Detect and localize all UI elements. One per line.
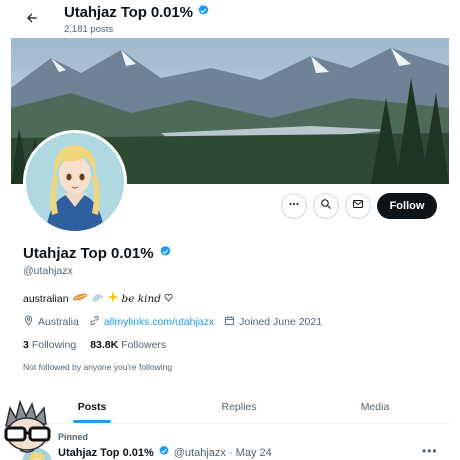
mascot-sticker <box>0 399 58 460</box>
verified-badge-icon <box>159 245 172 262</box>
header-title: Utahjaz Top 0.01% <box>64 4 210 21</box>
more-button[interactable] <box>281 193 307 219</box>
heart-icon <box>164 293 173 305</box>
profile-name: Utahjaz Top 0.01% <box>23 245 172 262</box>
message-button[interactable] <box>345 193 371 219</box>
tab-media[interactable]: Media <box>335 390 415 424</box>
joined-date: Joined June 2021 <box>224 315 322 329</box>
website-link-text[interactable]: allmylinks.com/utahjazx <box>104 316 214 328</box>
profile-handle: @utahjazx <box>23 265 73 277</box>
search-button[interactable] <box>313 193 339 219</box>
verified-badge-icon <box>197 4 210 21</box>
top-bar: Utahjaz Top 0.01% 2,181 posts <box>0 0 460 40</box>
surfboard-emoji-icon <box>72 292 88 305</box>
following-link[interactable]: 3 Following <box>23 339 76 351</box>
back-arrow-icon[interactable] <box>22 8 42 28</box>
profile-bio: australian be kind <box>23 291 173 306</box>
profile-meta: Australia allmylinks.com/utahjazx Joined… <box>23 315 332 329</box>
location: Australia <box>23 315 79 329</box>
verified-badge-icon <box>158 445 170 460</box>
sparkles-emoji-icon <box>106 291 119 306</box>
tab-replies[interactable]: Replies <box>197 390 281 424</box>
more-icon <box>288 197 300 215</box>
profile-tabs: Posts Replies Media <box>11 390 449 424</box>
follow-button[interactable]: Follow <box>377 193 437 219</box>
tweet-header: Utahjaz Top 0.01% @utahjazx · May 24 <box>58 445 272 460</box>
tab-posts[interactable]: Posts <box>55 390 129 424</box>
website-link[interactable]: allmylinks.com/utahjazx <box>89 315 214 329</box>
tweet-author-name[interactable]: Utahjaz Top 0.01% <box>58 447 154 459</box>
tweet-more-icon[interactable]: ••• <box>422 444 438 458</box>
follow-stats: 3 Following 83.8K Followers <box>23 339 166 351</box>
search-icon <box>320 197 332 215</box>
mail-icon <box>352 197 364 215</box>
profile-avatar[interactable] <box>23 130 127 234</box>
link-icon <box>89 315 100 329</box>
not-followed-note: Not followed by anyone you're following <box>23 362 173 372</box>
tweet-handle-time: @utahjazx · May 24 <box>173 446 272 459</box>
active-tab-indicator <box>73 420 111 423</box>
posts-count: 2,181 posts <box>64 24 114 35</box>
wave-emoji-icon <box>91 292 104 306</box>
calendar-icon <box>224 315 235 329</box>
followers-link[interactable]: 83.8K Followers <box>90 339 166 351</box>
pinned-label: Pinned <box>58 432 89 442</box>
location-icon <box>23 315 34 329</box>
